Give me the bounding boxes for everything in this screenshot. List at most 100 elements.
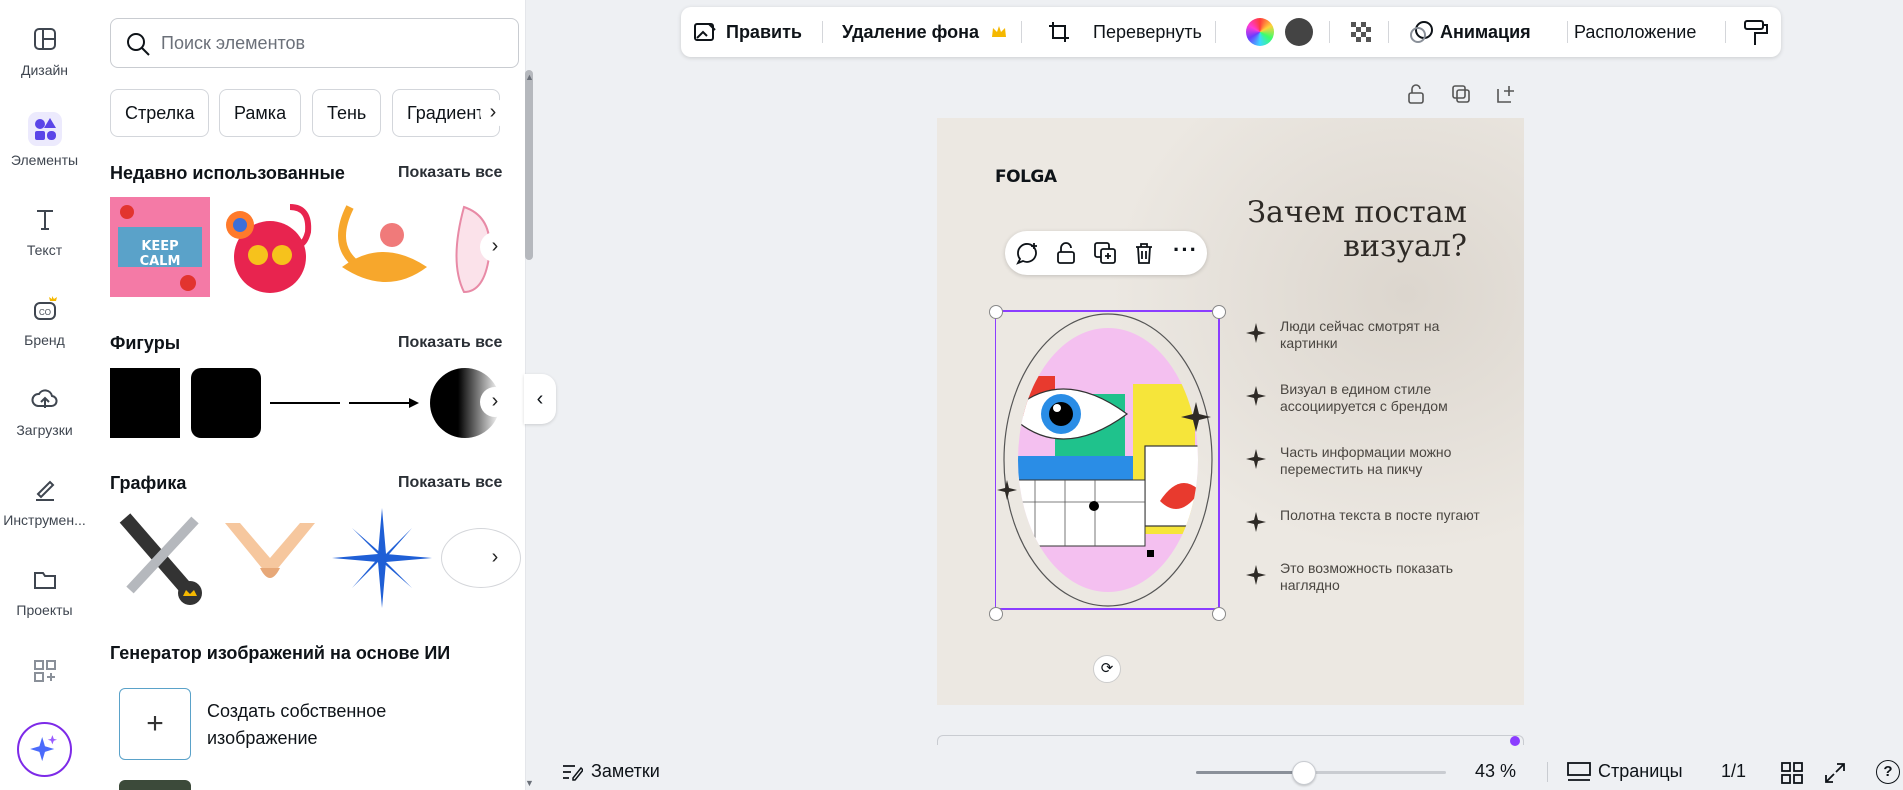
search-box[interactable] xyxy=(110,18,519,68)
shapes-show-all[interactable]: Показать все xyxy=(398,334,502,352)
scroll-up-icon[interactable]: ▲ xyxy=(525,72,534,82)
chip-shadow[interactable]: Тень xyxy=(312,89,382,137)
rotate-handle[interactable]: ⟳ xyxy=(1093,655,1121,683)
grid-view-icon[interactable] xyxy=(1781,762,1803,784)
recent-sticker-keepcalm[interactable]: KEEP CALM xyxy=(110,197,210,297)
crop-icon[interactable] xyxy=(1047,20,1071,44)
ai-title: Генератор изображений на основе ИИ xyxy=(110,643,451,663)
pages-button[interactable]: Страницы xyxy=(1598,761,1683,782)
shape-rounded-square[interactable] xyxy=(191,368,261,438)
text-icon xyxy=(36,210,53,230)
ai-create-button[interactable]: + xyxy=(119,688,191,760)
comment-icon[interactable] xyxy=(1015,241,1041,265)
bullet-item[interactable]: Полотна текста в посте пугают xyxy=(1246,507,1506,557)
lock-icon[interactable] xyxy=(1055,241,1077,265)
zoom-level[interactable]: 43 % xyxy=(1475,761,1516,782)
design-page[interactable]: FOLGA Зачем постам визуал? Люди сейчас с… xyxy=(937,118,1524,705)
bullet-item[interactable]: Часть информации можно переместить на пи… xyxy=(1246,444,1506,494)
resize-handle-top-right[interactable] xyxy=(1212,305,1226,319)
recent-next-button[interactable]: › xyxy=(480,232,510,262)
zoom-slider-fill xyxy=(1196,771,1304,774)
chip-arrow[interactable]: Стрелка xyxy=(110,89,210,137)
more-options-icon[interactable]: ··· xyxy=(1173,237,1198,263)
chip-frame[interactable]: Рамка xyxy=(219,89,302,137)
graphic-handshake[interactable] xyxy=(220,508,320,608)
graphics-title: Графика xyxy=(110,473,187,493)
sparkle-icon xyxy=(30,735,58,762)
transparency-icon[interactable] xyxy=(1349,20,1373,44)
crown-icon xyxy=(992,26,1006,37)
resize-handle-bottom-left[interactable] xyxy=(989,607,1003,621)
notes-icon xyxy=(563,765,583,781)
zoom-slider-track[interactable] xyxy=(1196,761,1446,785)
resize-handle-top-left[interactable] xyxy=(989,305,1003,319)
flip-button[interactable]: Перевернуть xyxy=(1093,7,1202,57)
shape-line[interactable] xyxy=(270,402,340,404)
context-toolbar: Править Удаление фона Перевернуть Анимац… xyxy=(681,7,1781,57)
resize-handle-bottom-right[interactable] xyxy=(1212,607,1226,621)
zoom-slider-handle[interactable] xyxy=(1291,761,1316,785)
rail-brand[interactable]: CO Бренд xyxy=(0,292,89,372)
rail-apps[interactable] xyxy=(0,654,89,694)
panel-scrollbar[interactable] xyxy=(525,70,533,260)
shape-square[interactable] xyxy=(110,368,180,438)
rail-design[interactable]: Дизайн xyxy=(0,22,89,102)
ai-create-label[interactable]: Создать собственное изображение xyxy=(207,698,427,752)
heading-line-2: визуал? xyxy=(1343,229,1467,264)
rail-elements[interactable]: Элементы xyxy=(0,112,89,192)
rail-tools[interactable]: Инструмен... xyxy=(0,472,89,552)
color-picker-button[interactable] xyxy=(1246,18,1274,46)
brand-icon: CO xyxy=(33,296,57,320)
brand-logo[interactable]: FOLGA xyxy=(995,167,1057,187)
notes-button[interactable]: Заметки xyxy=(591,761,660,782)
rail-uploads[interactable]: Загрузки xyxy=(0,382,89,462)
heading-line-1: Зачем постам xyxy=(1247,195,1467,230)
trash-icon[interactable] xyxy=(1133,241,1155,265)
graphics-next-button[interactable]: › xyxy=(480,543,510,573)
rail-projects[interactable]: Проекты xyxy=(0,562,89,642)
duplicate-icon[interactable] xyxy=(1093,241,1117,265)
edit-button[interactable]: Править xyxy=(726,7,802,57)
magic-button[interactable] xyxy=(17,722,72,777)
rail-text[interactable]: Текст xyxy=(0,202,89,282)
rail-label: Инструмен... xyxy=(3,512,86,528)
bullet-text: Люди сейчас смотрят на картинки xyxy=(1280,318,1440,351)
lock-page-icon[interactable] xyxy=(1405,83,1427,105)
paint-roller-icon[interactable] xyxy=(1743,19,1769,47)
position-button[interactable]: Расположение xyxy=(1574,7,1696,57)
fullscreen-icon[interactable] xyxy=(1824,762,1846,784)
ai-thumbnail[interactable] xyxy=(119,780,191,790)
tools-icon xyxy=(35,480,54,501)
design-heading[interactable]: Зачем постам визуал? xyxy=(1217,196,1467,264)
bottom-bar: Заметки 43 % Страницы 1/1 ? xyxy=(541,755,1903,790)
bullet-item[interactable]: Люди сейчас смотрят на картинки xyxy=(1246,318,1506,368)
recent-sticker-fish[interactable] xyxy=(332,197,432,297)
animation-button[interactable]: Анимация xyxy=(1440,7,1531,57)
recent-show-all[interactable]: Показать все xyxy=(398,164,502,182)
bullet-item[interactable]: Визуал в едином стиле ассоциируется с бр… xyxy=(1246,381,1506,431)
shape-arrow-line[interactable] xyxy=(349,396,421,410)
collapse-panel-button[interactable]: ‹ xyxy=(524,374,556,424)
duplicate-page-icon[interactable] xyxy=(1450,83,1472,105)
recent-sticker-skull[interactable] xyxy=(220,197,320,297)
chips-next-button[interactable]: › xyxy=(480,98,506,128)
projects-icon xyxy=(33,572,56,589)
design-icon xyxy=(33,28,56,50)
animation-icon xyxy=(1410,21,1433,43)
bullet-item[interactable]: Это возможность показать наглядно xyxy=(1246,560,1506,610)
border-color-button[interactable] xyxy=(1285,18,1313,46)
shapes-next-button[interactable]: › xyxy=(480,387,510,417)
rail-label: Дизайн xyxy=(20,62,69,78)
search-input[interactable] xyxy=(161,30,501,56)
graphic-wrench[interactable] xyxy=(110,508,210,608)
element-toolbar: ··· xyxy=(1005,231,1207,275)
scroll-down-icon[interactable]: ▼ xyxy=(525,778,534,788)
help-icon[interactable]: ? xyxy=(1876,760,1900,784)
graphic-star[interactable] xyxy=(332,508,432,608)
add-page-icon[interactable] xyxy=(1495,83,1517,105)
selected-illustration[interactable] xyxy=(995,306,1221,614)
bg-remove-button[interactable]: Удаление фона xyxy=(842,7,979,57)
page-preview-strip[interactable] xyxy=(937,735,1524,745)
graphics-show-all[interactable]: Показать все xyxy=(398,474,502,492)
shapes-title: Фигуры xyxy=(110,333,181,353)
